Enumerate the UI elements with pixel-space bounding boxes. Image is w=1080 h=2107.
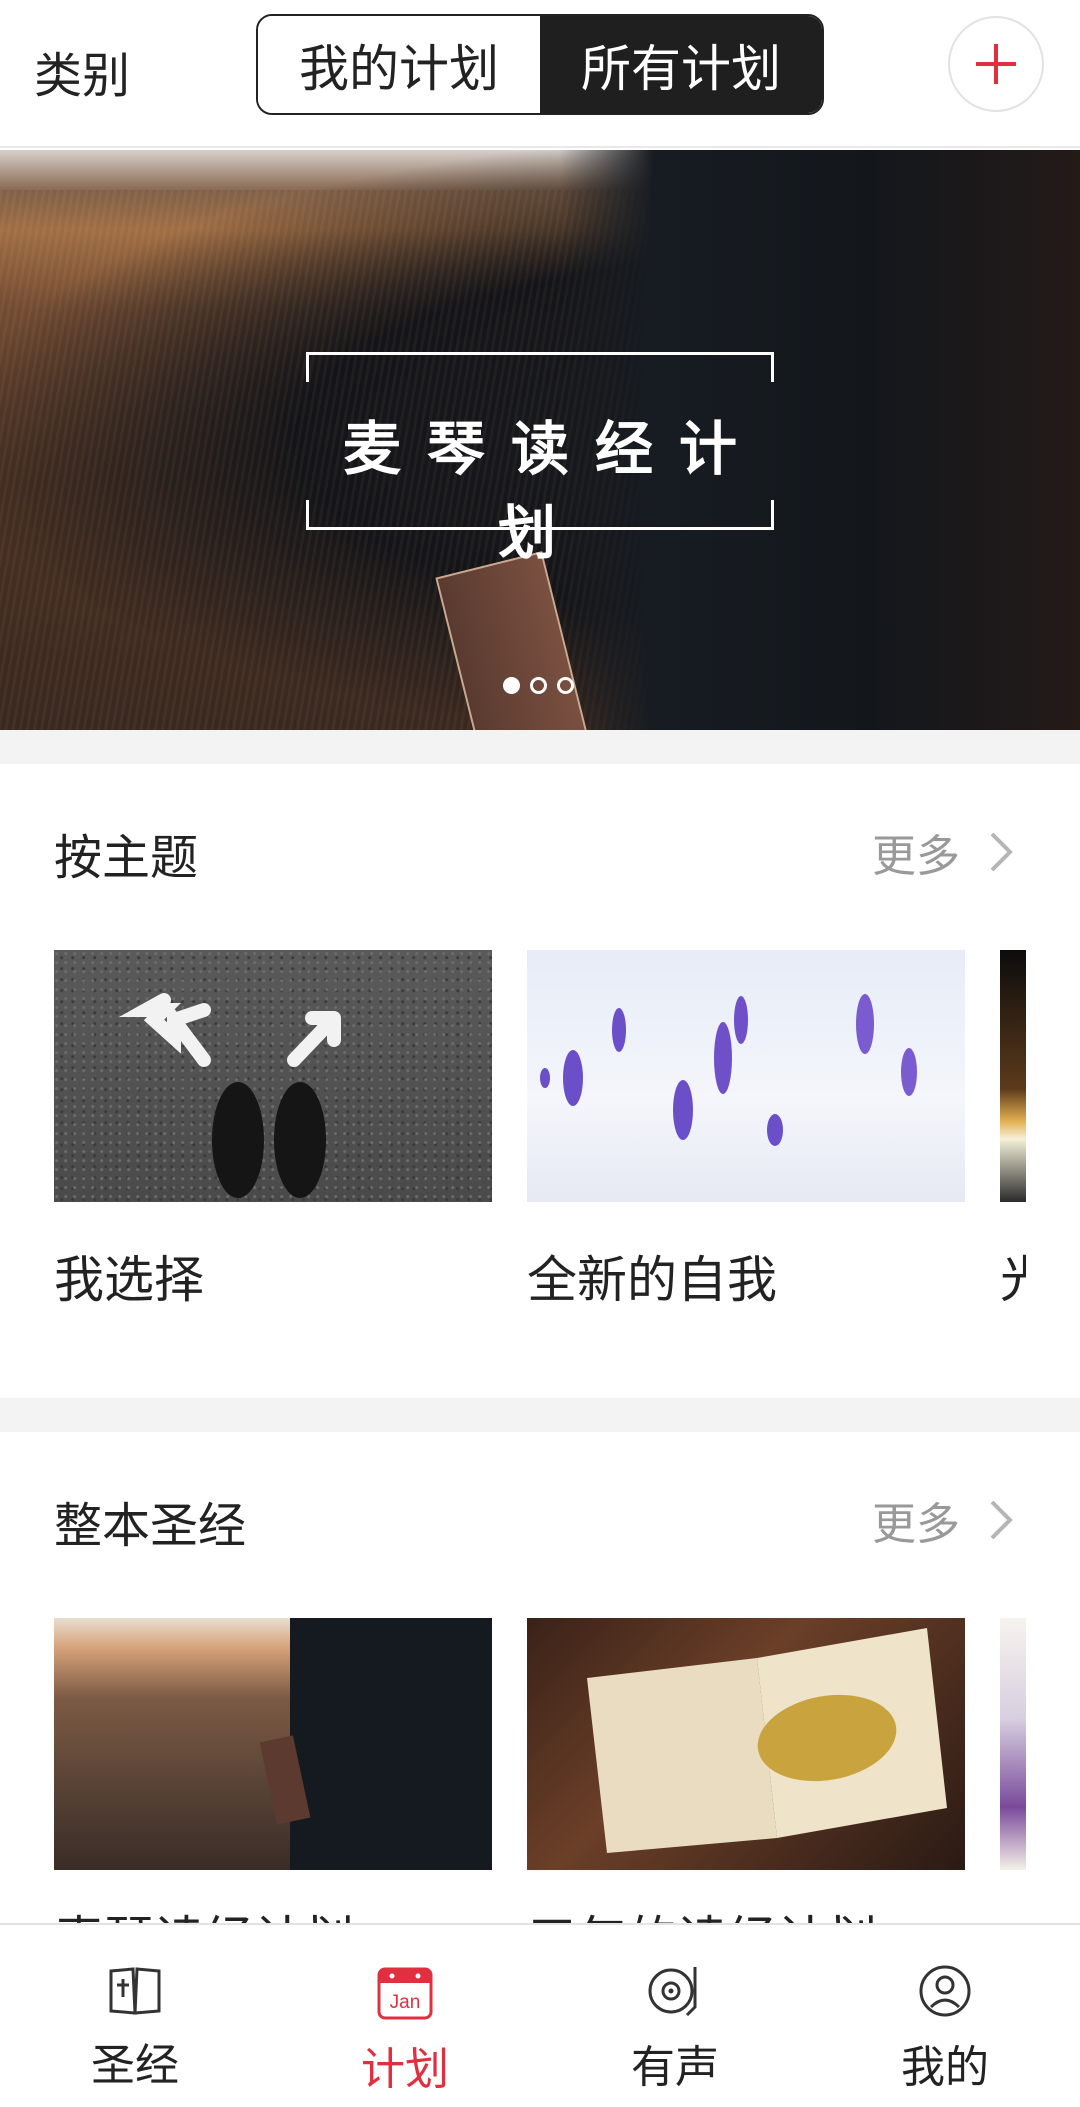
more-label: 更多 <box>872 831 960 882</box>
arrows-shoes-illustration <box>118 993 341 1198</box>
tab-my-plans[interactable]: 我的计划 <box>258 16 540 113</box>
plan-card-image[interactable] <box>54 950 492 1202</box>
bible-icon <box>109 1967 161 2015</box>
section-title-whole-bible: 整本圣经 <box>54 1498 247 1554</box>
nav-item-me[interactable]: 我的 <box>810 1925 1080 2107</box>
crocus-flowers-illustration <box>540 994 917 1146</box>
plan-card-title[interactable]: 全新的自我 <box>527 1240 777 1312</box>
nav-item-plans[interactable]: Jan 计划 <box>270 1925 540 2107</box>
plan-card-image[interactable] <box>1000 1618 1026 1870</box>
plan-card-image[interactable] <box>1000 950 1026 1202</box>
plan-segmented-control: 我的计划 所有计划 <box>256 14 824 115</box>
top-bar: 类别 我的计划 所有计划 <box>0 0 1080 148</box>
plan-card-title-clip: … <box>1000 1900 1026 1923</box>
carousel-dot-1[interactable] <box>503 677 520 694</box>
plan-card-title[interactable]: 我选择 <box>54 1240 204 1312</box>
section-title-topics: 按主题 <box>54 830 199 886</box>
tab-all-plans[interactable]: 所有计划 <box>540 16 822 113</box>
plan-card-title[interactable]: … <box>1000 1900 1026 1923</box>
chevron-right-icon <box>990 1500 1013 1540</box>
nav-label: 计划 <box>361 2044 449 2095</box>
nav-label: 圣经 <box>91 2040 179 2091</box>
plan-card-title[interactable]: 三年的读经计划 <box>527 1900 877 1923</box>
bottom-tab-bar: 圣经 Jan 计划 有声 我的 <box>0 1923 1080 2107</box>
section-divider <box>0 730 1080 764</box>
category-button[interactable]: 类别 <box>34 36 130 106</box>
banner-title-frame: 麦琴读经计划 <box>306 352 774 567</box>
person-with-book-illustration <box>259 1618 492 1870</box>
plus-icon <box>976 44 1016 84</box>
nav-label: 我的 <box>901 2042 989 2093</box>
nav-label: 有声 <box>631 2042 719 2093</box>
more-label: 更多 <box>872 1499 960 1550</box>
user-icon <box>919 1965 971 2017</box>
audio-disc-icon <box>648 1967 697 2017</box>
plan-card-image[interactable] <box>527 1618 965 1870</box>
plan-card-image[interactable] <box>54 1618 492 1870</box>
add-plan-button[interactable] <box>948 16 1044 112</box>
section-divider <box>0 1398 1080 1432</box>
plan-card-title-clip: 光 <box>1000 1240 1026 1310</box>
plan-card-title[interactable]: 麦琴读经计划 <box>54 1900 354 1923</box>
plan-card-title-clip: 麦琴读经计划 <box>54 1900 494 1923</box>
calendar-icon: Jan <box>377 1967 433 2020</box>
featured-banner[interactable]: 麦琴读经计划 <box>0 150 1080 730</box>
banner-title: 麦琴读经计划 <box>342 415 763 567</box>
nav-item-audio[interactable]: 有声 <box>540 1925 810 2107</box>
topics-more-link[interactable]: 更多 <box>872 820 1014 884</box>
whole-bible-more-link[interactable]: 更多 <box>872 1488 1014 1552</box>
chevron-right-icon <box>990 832 1013 872</box>
calendar-icon-text: Jan <box>390 1992 421 2013</box>
plan-card-title-clip: 三年的读经计划 <box>527 1900 967 1923</box>
carousel-dot-3[interactable] <box>557 677 574 694</box>
carousel-indicator <box>503 677 574 694</box>
plan-card-image[interactable] <box>527 950 965 1202</box>
plan-card-title[interactable]: 光 <box>1000 1240 1026 1310</box>
open-bible-leaf-illustration <box>587 1628 947 1853</box>
nav-item-bible[interactable]: 圣经 <box>0 1925 270 2107</box>
carousel-dot-2[interactable] <box>530 677 547 694</box>
